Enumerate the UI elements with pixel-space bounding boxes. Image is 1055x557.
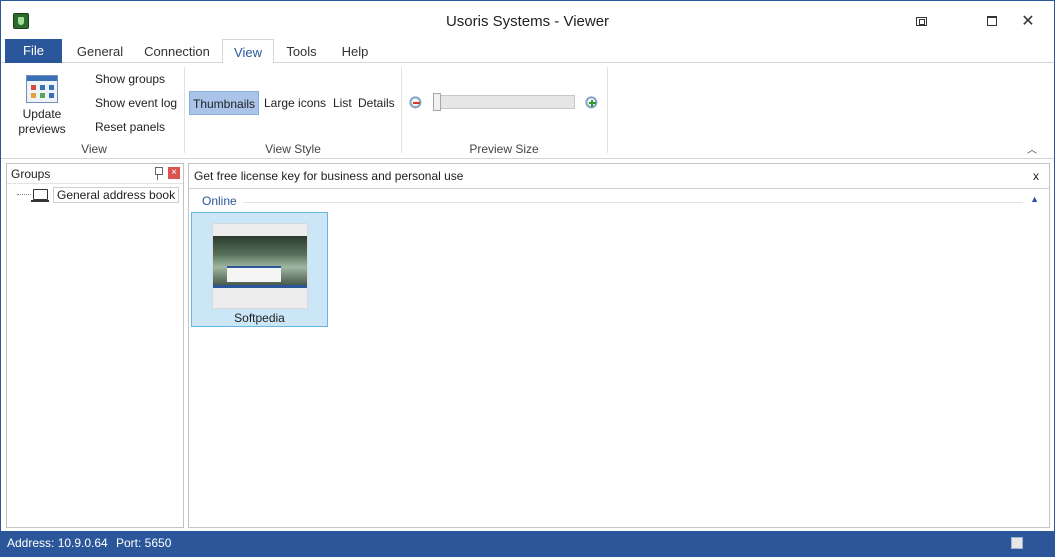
- tree-connector: [17, 194, 31, 195]
- restore-icon: [915, 16, 927, 26]
- title-bar: Usoris Systems - Viewer ✕: [1, 1, 1054, 39]
- tab-general[interactable]: General: [71, 39, 129, 63]
- section-online-header[interactable]: Online: [202, 194, 237, 208]
- update-previews-icon: [26, 75, 58, 103]
- maximize-icon: [987, 16, 997, 26]
- tab-file[interactable]: File: [5, 39, 62, 63]
- view-style-list[interactable]: List: [330, 91, 355, 115]
- groups-panel-header: Groups ×: [7, 164, 183, 184]
- status-port: Port: 5650: [116, 536, 172, 550]
- group-divider: [607, 67, 608, 153]
- close-icon: ✕: [1021, 13, 1035, 30]
- ribbon: Update previews Show groups Show event l…: [1, 63, 1054, 159]
- license-info-bar: Get free license key for business and pe…: [189, 164, 1049, 189]
- tree-item-label: General address book: [53, 187, 180, 203]
- computer-thumbnail[interactable]: Softpedia: [191, 212, 328, 327]
- update-previews-label-1: Update: [22, 107, 62, 121]
- tree-item-general-address-book[interactable]: General address book: [17, 186, 180, 204]
- view-group-label: View: [81, 142, 107, 156]
- maximize-button[interactable]: [977, 9, 1007, 33]
- update-previews-button[interactable]: Update previews: [11, 71, 73, 139]
- window-title: Usoris Systems - Viewer: [445, 13, 610, 30]
- preview-size-slider-thumb[interactable]: [433, 93, 441, 111]
- group-divider: [184, 67, 185, 153]
- section-collapse-icon[interactable]: ▲: [1030, 194, 1039, 204]
- collapse-ribbon-button[interactable]: ︿: [1027, 141, 1037, 156]
- close-button[interactable]: ✕: [1013, 9, 1043, 33]
- view-style-thumbnails[interactable]: Thumbnails: [189, 91, 260, 115]
- app-window: Usoris Systems - Viewer ✕ File General C…: [0, 0, 1055, 557]
- groups-panel: Groups × General address book: [6, 163, 184, 528]
- view-style-large-icons[interactable]: Large icons: [261, 91, 329, 115]
- status-grip-icon: [1011, 537, 1023, 549]
- info-bar-close-button[interactable]: x: [1033, 164, 1039, 189]
- zoom-in-icon[interactable]: [585, 96, 599, 110]
- close-panel-icon[interactable]: ×: [168, 167, 180, 179]
- update-previews-label-2: previews: [18, 122, 66, 136]
- preview-size-group-label: Preview Size: [469, 142, 539, 156]
- pin-icon[interactable]: [153, 167, 163, 180]
- restore-button[interactable]: [906, 9, 936, 33]
- tab-help[interactable]: Help: [334, 39, 376, 63]
- reset-panels-button[interactable]: Reset panels: [95, 118, 165, 136]
- status-address: Address: 10.9.0.64: [7, 536, 108, 550]
- groups-panel-title: Groups: [11, 167, 51, 181]
- view-style-details[interactable]: Details: [355, 91, 398, 115]
- ribbon-tabs: File General Connection View Tools Help: [1, 39, 1054, 64]
- show-event-log-button[interactable]: Show event log: [95, 94, 177, 112]
- preview-size-slider[interactable]: [433, 95, 575, 109]
- tab-tools[interactable]: Tools: [279, 39, 324, 63]
- main-panel: Get free license key for business and pe…: [188, 163, 1050, 528]
- tab-connection[interactable]: Connection: [138, 39, 216, 63]
- zoom-out-icon[interactable]: [409, 96, 423, 110]
- view-style-group-label: View Style: [265, 142, 321, 156]
- remote-screen-preview: [213, 236, 307, 288]
- license-info-text[interactable]: Get free license key for business and pe…: [194, 169, 463, 183]
- section-divider: [243, 202, 1023, 203]
- show-groups-button[interactable]: Show groups: [95, 70, 165, 88]
- computer-icon: [31, 189, 49, 202]
- thumbnail-label: Softpedia: [234, 311, 285, 325]
- status-bar: Address: 10.9.0.64 Port: 5650: [1, 531, 1054, 556]
- thumbnail-frame: [212, 223, 308, 309]
- tab-view[interactable]: View: [222, 39, 274, 64]
- group-divider: [401, 67, 402, 153]
